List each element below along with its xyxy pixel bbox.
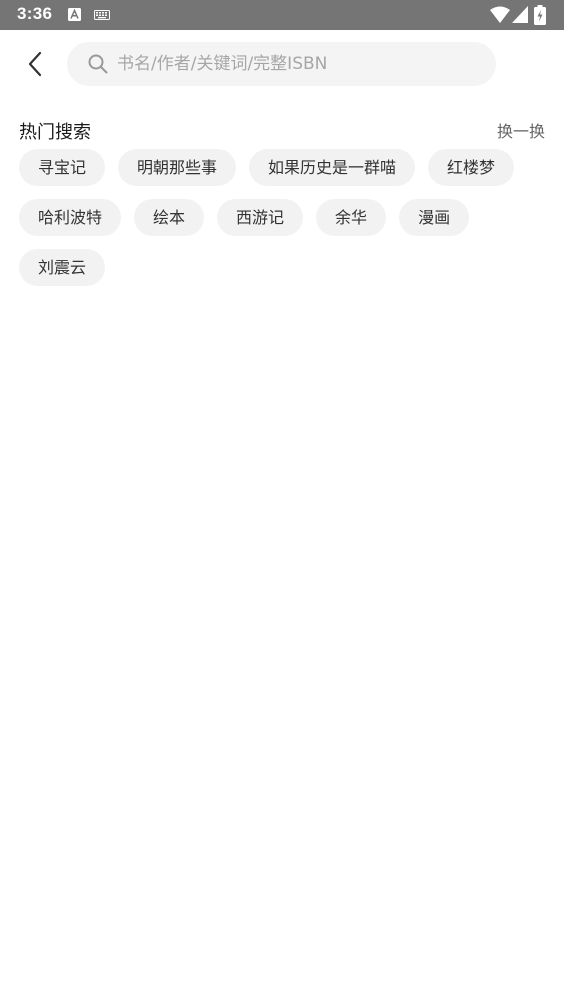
hot-tag[interactable]: 如果历史是一群喵: [249, 149, 416, 186]
hot-search-title: 热门搜索: [19, 122, 91, 143]
hot-search-tags: 寻宝记 明朝那些事 如果历史是一群喵 红楼梦 哈利波特 绘本 西游记 余华 漫画…: [19, 149, 549, 286]
hot-tag[interactable]: 红楼梦: [428, 149, 515, 186]
hot-tag[interactable]: 刘震云: [19, 249, 106, 286]
back-button[interactable]: [20, 46, 50, 82]
signal-icon: [512, 6, 528, 23]
search-input[interactable]: [117, 42, 477, 86]
status-bar: 3:36: [0, 0, 564, 30]
search-box[interactable]: [67, 42, 496, 86]
hot-tag[interactable]: 余华: [316, 199, 387, 236]
chevron-left-icon: [28, 51, 42, 77]
refresh-button[interactable]: 换一换: [497, 118, 545, 142]
hot-tag[interactable]: 寻宝记: [19, 149, 106, 186]
wifi-icon: [490, 6, 510, 23]
search-icon: [88, 54, 108, 74]
battery-charging-icon: [534, 5, 546, 25]
hot-tag[interactable]: 漫画: [399, 199, 470, 236]
hot-tag[interactable]: 西游记: [217, 199, 304, 236]
hot-tag[interactable]: 绘本: [134, 199, 205, 236]
a-icon: [68, 8, 81, 21]
hot-tag[interactable]: 明朝那些事: [118, 149, 237, 186]
keyboard-icon: [94, 10, 110, 20]
hot-tag[interactable]: 哈利波特: [19, 199, 122, 236]
status-time: 3:36: [17, 4, 53, 23]
